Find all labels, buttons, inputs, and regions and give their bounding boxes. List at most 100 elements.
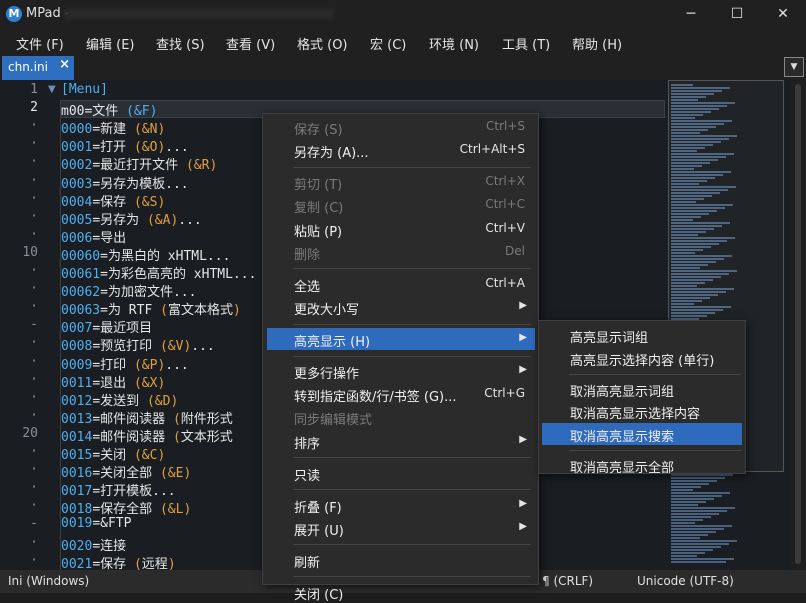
submenu-item[interactable]: 取消高亮显示搜索: [542, 423, 742, 446]
maximize-button[interactable]: ☐: [714, 0, 760, 28]
line-number: ·: [30, 498, 38, 514]
context-menu-item[interactable]: 只读: [267, 462, 535, 484]
context-menu-item[interactable]: 更改大小写 ▶: [267, 296, 535, 318]
tab-close-icon[interactable]: ×: [59, 57, 70, 72]
context-menu-item-label: 同步编辑模式: [294, 413, 373, 429]
submenu-arrow-icon: ▶: [519, 520, 527, 532]
status-line-ending[interactable]: ¶ (CRLF): [542, 574, 593, 588]
shortcut-label: Ctrl+C: [485, 197, 525, 212]
line-number: ·: [30, 480, 38, 496]
line-number: ·: [30, 462, 38, 478]
line-number: -: [30, 516, 38, 532]
line-number: ·: [30, 407, 38, 423]
menu-item[interactable]: 帮助 (H): [572, 34, 622, 53]
code-line[interactable]: 0011=退出 (&X): [61, 372, 165, 391]
context-menu-item[interactable]: 全选 Ctrl+A: [267, 273, 535, 295]
minimap-line: [671, 522, 695, 524]
code-line[interactable]: 0001=打开 (&O)...: [61, 136, 189, 155]
minimize-button[interactable]: ─: [668, 0, 714, 28]
code-line[interactable]: 0005=另存为 (&A)...: [61, 209, 202, 228]
code-line[interactable]: 0016=关闭全部 (&E): [61, 462, 191, 481]
code-line[interactable]: 00060=为黑白的 xHTML...: [61, 245, 230, 264]
context-menu-item[interactable]: 另存为 (A)... Ctrl+Alt+S: [267, 139, 535, 161]
context-menu-item-label: 另存为 (A)...: [294, 146, 369, 162]
code-line[interactable]: 0018=保存全部 (&L): [61, 498, 191, 517]
status-syntax[interactable]: Ini (Windows): [8, 574, 89, 588]
code-line[interactable]: 0003=另存为模板...: [61, 173, 189, 192]
line-number: ·: [30, 226, 38, 242]
context-menu-item[interactable]: 展开 (U) ▶: [267, 517, 535, 539]
shortcut-label: Del: [505, 243, 525, 258]
menu-item[interactable]: 文件 (F): [16, 34, 64, 53]
code-line[interactable]: 0021=保存 (远程): [61, 553, 176, 570]
code-line[interactable]: 0006=导出: [61, 227, 126, 246]
submenu-item[interactable]: 取消高亮显示选择内容: [542, 400, 742, 422]
context-menu-item-label: 刷新: [294, 555, 321, 571]
context-menu-item[interactable]: 转到指定函数/行/书签 (G)... Ctrl+G: [267, 383, 535, 405]
menu-item[interactable]: 工具 (T): [502, 34, 550, 53]
code-line[interactable]: 0015=关闭 (&C): [61, 444, 165, 463]
menu-separator: [293, 457, 531, 459]
menu-separator: [293, 544, 531, 546]
scrollbar-thumb[interactable]: [795, 84, 801, 564]
context-menu-item[interactable]: 关闭 (C): [267, 581, 535, 603]
minimap-line: [671, 507, 735, 509]
context-menu-item-label: 关闭 (C): [294, 587, 344, 603]
context-menu-item[interactable]: 刷新: [267, 549, 535, 571]
code-line[interactable]: [Menu]: [61, 82, 108, 97]
menu-separator: [293, 323, 531, 325]
fold-toggle-icon[interactable]: ▼: [48, 84, 56, 95]
redacted-path: [64, 9, 334, 19]
code-line[interactable]: 00063=为 RTF (富文本格式): [61, 299, 241, 318]
context-menu-item[interactable]: 粘贴 (P) Ctrl+V: [267, 218, 535, 240]
submenu-item[interactable]: 高亮显示选择内容 (单行): [542, 347, 742, 369]
status-encoding[interactable]: Unicode (UTF-8): [637, 574, 734, 588]
tab-list-dropdown-icon[interactable]: ▼: [784, 57, 804, 77]
context-menu-item[interactable]: 排序 ▶: [267, 430, 535, 452]
code-line[interactable]: 00062=为加密文件...: [61, 281, 196, 300]
menu-item[interactable]: 查找 (S): [156, 34, 205, 53]
code-line[interactable]: 0007=最近项目: [61, 317, 152, 336]
code-line[interactable]: 0020=连接: [61, 535, 126, 554]
minimap-line: [671, 489, 693, 491]
code-line[interactable]: 0014=邮件阅读器 (文本形式: [61, 426, 233, 445]
minimap-line: [671, 477, 725, 479]
code-line[interactable]: 0009=打印 (&P)...: [61, 354, 189, 373]
context-menu-item[interactable]: 折叠 (F) ▶: [267, 494, 535, 516]
submenu-item[interactable]: 取消高亮显示全部: [542, 454, 742, 476]
code-line[interactable]: 0012=发送到 (&D): [61, 390, 178, 409]
close-button[interactable]: ✕: [760, 0, 806, 28]
menu-item[interactable]: 格式 (O): [297, 34, 348, 53]
submenu-arrow-icon: ▶: [519, 332, 527, 343]
line-number: ·: [30, 208, 38, 224]
code-line[interactable]: 0019=&FTP: [61, 516, 131, 531]
code-line[interactable]: 00061=为彩色高亮的 xHTML...: [61, 263, 256, 282]
tab-label: chn.ini: [8, 60, 48, 74]
line-number: 1: [30, 82, 38, 97]
code-line[interactable]: 0008=预览打印 (&V)...: [61, 335, 215, 354]
code-line[interactable]: 0013=邮件阅读器 (附件形式: [61, 408, 233, 427]
menu-item[interactable]: 编辑 (E): [86, 34, 135, 53]
menu-item[interactable]: 查看 (V): [226, 34, 275, 53]
context-menu-item[interactable]: 更多行操作 ▶: [267, 360, 535, 382]
context-menu-item-label: 转到指定函数/行/书签 (G)...: [294, 390, 457, 406]
line-number: ·: [30, 136, 38, 152]
tab-strip: chn.ini ×: [0, 56, 806, 80]
submenu-item[interactable]: 取消高亮显示词组: [542, 378, 742, 400]
line-number: ·: [30, 389, 38, 405]
submenu-arrow-icon: ▶: [519, 300, 527, 311]
line-number: 20: [22, 425, 38, 441]
tab-chn-ini[interactable]: chn.ini ×: [2, 56, 74, 80]
minimap-line: [671, 501, 706, 503]
menu-item[interactable]: 宏 (C): [370, 34, 406, 53]
code-line[interactable]: 0017=打开模板...: [61, 480, 176, 499]
submenu-item[interactable]: 高亮显示词组: [542, 324, 742, 346]
menu-item[interactable]: 环境 (N): [429, 34, 479, 53]
code-line[interactable]: m00=文件 (&F): [61, 100, 157, 119]
minimap-line: [671, 504, 698, 506]
code-line[interactable]: 0000=新建 (&N): [61, 118, 165, 137]
context-menu-item[interactable]: 高亮显示 (H) ▶: [267, 328, 535, 350]
code-line[interactable]: 0002=最近打开文件 (&R): [61, 154, 217, 173]
code-line[interactable]: 0004=保存 (&S): [61, 191, 165, 210]
menu-separator: [293, 166, 531, 168]
